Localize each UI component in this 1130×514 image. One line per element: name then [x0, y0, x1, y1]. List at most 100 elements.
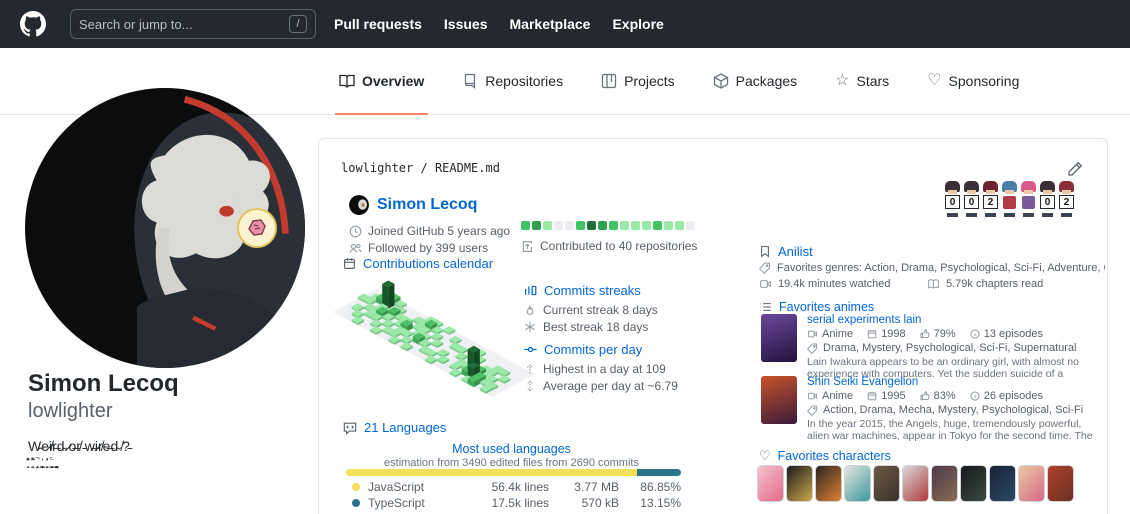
flame-icon — [524, 304, 536, 317]
bookmark-icon — [759, 245, 771, 258]
character-thumbnail[interactable] — [902, 465, 929, 502]
pixel-character-sprite: 0 — [963, 181, 980, 217]
tab-overview[interactable]: Overview — [335, 48, 428, 115]
nav-issues[interactable]: Issues — [444, 16, 488, 32]
top-nav: Pull requests Issues Marketplace Explore — [334, 16, 664, 32]
github-logo-icon[interactable] — [20, 11, 46, 37]
tag-icon — [807, 343, 818, 354]
pixel-character-sprite: 0 — [1039, 181, 1056, 217]
typescript-dot — [352, 499, 360, 507]
pixel-creature-icon — [246, 217, 268, 239]
open-book-icon — [927, 278, 940, 290]
video-icon — [759, 278, 772, 290]
minutes-watched-row: 19.4k minutes watched — [759, 278, 891, 290]
info-icon — [970, 391, 980, 401]
profile-username: lowlighter — [28, 400, 112, 423]
search-placeholder: Search or jump to... — [79, 17, 289, 32]
video-icon — [807, 329, 818, 339]
character-thumbnail[interactable] — [815, 465, 842, 502]
tab-packages[interactable]: Packages — [709, 48, 801, 115]
highest-per-day: Highest in a day at 109 — [524, 361, 754, 377]
favorite-genres-row: Favorites genres: Action, Drama, Psychol… — [759, 262, 1105, 274]
languages-header[interactable]: 21 Languages — [343, 420, 446, 435]
language-row-typescript: TypeScript 17.5k lines 570 kB 13.15% — [346, 496, 681, 510]
anime-title-link[interactable]: serial experiments lain — [807, 314, 1105, 326]
anilist-header[interactable]: Anilist — [759, 244, 813, 259]
repo-icon — [462, 73, 478, 89]
clock-icon — [349, 225, 362, 238]
github-profile-page: Search or jump to... / Pull requests Iss… — [0, 0, 1130, 514]
arrow-up-icon — [524, 363, 536, 375]
character-thumbnail[interactable] — [786, 465, 813, 502]
book-icon — [339, 73, 355, 89]
commit-icon — [524, 343, 537, 356]
most-used-languages-link[interactable]: Most used languages — [339, 442, 684, 456]
heart-icon: ♡ — [927, 73, 941, 89]
project-icon — [601, 73, 617, 89]
arrows-up-down-icon — [524, 380, 536, 392]
chapters-read-row: 5.79k chapters read — [927, 278, 1043, 290]
isometric-contribution-chart — [333, 275, 538, 397]
star-icon: ☆ — [835, 73, 849, 89]
tab-stars[interactable]: ☆ Stars — [831, 48, 893, 115]
people-icon — [349, 242, 362, 255]
contributions-calendar-link[interactable]: Contributions calendar — [343, 256, 493, 271]
javascript-dot — [352, 483, 360, 491]
calendar-icon — [867, 391, 877, 401]
contribution-squares — [521, 221, 695, 230]
favorite-characters-row — [757, 465, 1074, 502]
commits-streaks-header[interactable]: Commits streaks — [524, 283, 754, 298]
tag-icon — [807, 405, 818, 416]
search-input[interactable]: Search or jump to... / — [70, 9, 316, 39]
anime-title-link[interactable]: Shin Seiki Evangelion — [807, 376, 1105, 388]
profile-readme-card: lowlighter / README.md Simon Lecoq Joine… — [318, 138, 1108, 514]
tab-sponsoring[interactable]: ♡ Sponsoring — [923, 48, 1023, 115]
profile-bio: W̴e̷i̸r̶d̴ ̷o̶r̸ ̵w̶i̷r̸e̶d̴ ̸?̵ ͍͔̓͒̾͊ … — [28, 438, 298, 472]
heart-icon: ♡ — [759, 448, 771, 464]
anime-entry-evangelion: Shin Seiki Evangelion Anime 1995 83% 26 … — [761, 376, 1105, 442]
anime-cover-lain[interactable] — [761, 314, 797, 362]
language-row-javascript: JavaScript 56.4k lines 3.77 MB 86.85% — [346, 480, 681, 494]
readme-path: lowlighter / README.md — [341, 161, 500, 175]
character-thumbnail[interactable] — [757, 465, 784, 502]
pixel-character-sprite: 2 — [1058, 181, 1075, 217]
mini-avatar — [349, 195, 369, 215]
character-thumbnail[interactable] — [989, 465, 1016, 502]
current-streak: Current streak 8 days — [524, 302, 754, 318]
thumbs-up-icon — [920, 391, 930, 401]
package-icon — [713, 73, 729, 89]
pixel-character-sprite — [1020, 181, 1037, 217]
tag-icon — [759, 262, 771, 274]
nav-explore[interactable]: Explore — [612, 16, 663, 32]
character-thumbnail[interactable] — [844, 465, 871, 502]
achievement-badge[interactable] — [237, 208, 277, 248]
search-shortcut-key: / — [289, 15, 307, 33]
character-thumbnail[interactable] — [873, 465, 900, 502]
pencil-icon — [1067, 161, 1083, 177]
anime-cover-evangelion[interactable] — [761, 376, 797, 424]
nav-pull-requests[interactable]: Pull requests — [334, 16, 422, 32]
average-per-day: Average per day at ~6.79 — [524, 378, 754, 394]
character-thumbnail[interactable] — [931, 465, 958, 502]
pixel-character-sprite — [1001, 181, 1018, 217]
tab-repositories[interactable]: Repositories — [458, 48, 567, 115]
character-thumbnail[interactable] — [1018, 465, 1045, 502]
profile-name: Simon Lecoq — [28, 370, 179, 398]
contributed-row: Contributed to 40 repositories — [521, 239, 697, 253]
list-icon — [759, 301, 772, 313]
commits-per-day-header[interactable]: Commits per day — [524, 342, 754, 357]
best-streak: Best streak 18 days — [524, 319, 754, 335]
favorites-characters-header[interactable]: ♡ Favorites characters — [759, 448, 891, 464]
joined-row: Joined GitHub 5 years ago — [349, 224, 510, 238]
pixel-character-sprite: 0 — [944, 181, 961, 217]
nav-marketplace[interactable]: Marketplace — [510, 16, 591, 32]
top-header: Search or jump to... / Pull requests Iss… — [0, 0, 1130, 48]
tab-projects[interactable]: Projects — [597, 48, 679, 115]
readme-user-link[interactable]: Simon Lecoq — [377, 196, 477, 214]
followers-row: Followed by 399 users — [349, 241, 488, 255]
edit-readme-button[interactable] — [1067, 161, 1083, 177]
character-thumbnail[interactable] — [1047, 465, 1074, 502]
language-bar-segment — [637, 469, 681, 476]
favorites-animes-header[interactable]: Favorites animes — [759, 300, 874, 314]
character-thumbnail[interactable] — [960, 465, 987, 502]
